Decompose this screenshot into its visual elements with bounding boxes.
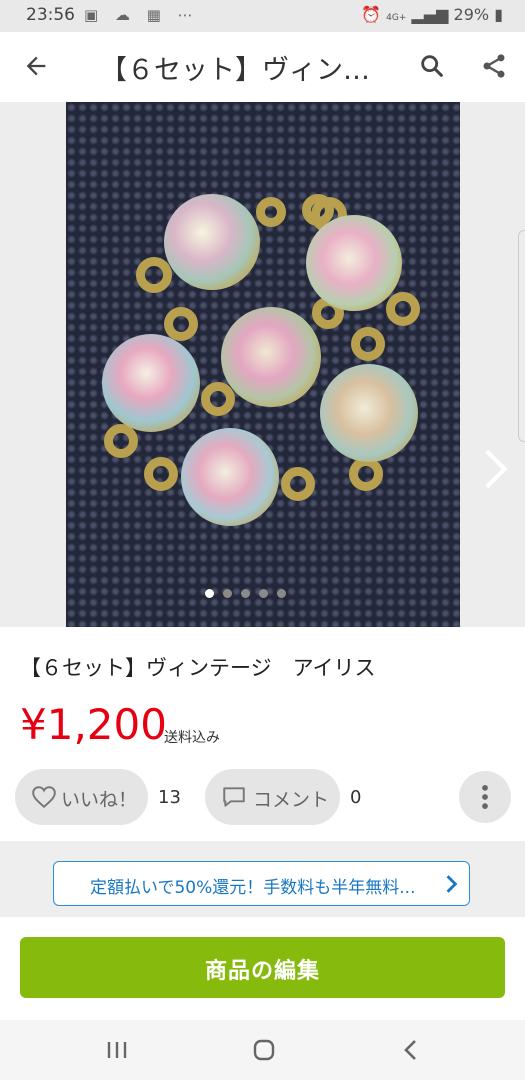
brass-loop [349, 457, 383, 491]
product-price: ¥1,200 [20, 700, 167, 749]
next-image-peek[interactable] [518, 230, 525, 442]
image-gallery[interactable] [0, 102, 525, 627]
brass-loop [136, 257, 172, 293]
like-button[interactable]: いいね！ [15, 769, 148, 825]
alarm-icon: ⏰ [361, 5, 382, 24]
brass-loop [351, 327, 385, 361]
page-dot[interactable] [223, 589, 232, 598]
page-dot[interactable] [241, 589, 250, 598]
product-photo[interactable] [66, 102, 460, 627]
status-bar: 23:56 ▣ ☁ ▦ ⋯ ⏰ 4G+ ▂▄▆ 29% ▮ [0, 0, 525, 32]
comment-count: 0 [350, 787, 362, 808]
status-right: ⏰ 4G+ ▂▄▆ 29% ▮ [361, 5, 503, 24]
page-dot[interactable] [259, 589, 268, 598]
crystal-gem [320, 364, 418, 462]
product-title: 【６セット】ヴィンテージ アイリス [20, 656, 376, 680]
like-label: いいね！ [61, 789, 138, 811]
more-vertical-icon [482, 785, 488, 809]
more-options-button[interactable] [459, 771, 511, 823]
system-nav-bar [0, 1020, 525, 1080]
app-bar: 【６セット】ヴィンテ… [0, 32, 525, 102]
page-dot-active[interactable] [205, 589, 214, 598]
brass-loop [386, 292, 420, 326]
shipping-label: 送料込み [164, 730, 220, 746]
signal-icon: ▂▄▆ [411, 5, 449, 24]
network-label: 4G+ [386, 13, 407, 23]
page-title: 【６セット】ヴィンテ… [100, 55, 390, 86]
like-count: 13 [158, 787, 181, 808]
comment-icon [223, 787, 245, 807]
back-nav-icon[interactable] [402, 1038, 420, 1062]
search-icon[interactable] [418, 52, 446, 80]
comment-label: コメント [253, 789, 330, 811]
brass-loop [144, 457, 178, 491]
brass-loop [281, 467, 315, 501]
brass-loop [104, 424, 138, 458]
battery-level: 29% [453, 5, 490, 24]
promo-text: 定額払いで50%還元！手数料も半年無料... [90, 878, 416, 898]
crystal-gem [102, 334, 200, 432]
edit-item-button[interactable]: 商品の編集 [20, 937, 505, 998]
chevron-right-icon[interactable] [478, 447, 512, 491]
edit-item-label: 商品の編集 [204, 959, 320, 984]
crystal-gem [221, 307, 321, 407]
status-time: 23:56 [26, 5, 75, 25]
battery-icon: ▮ [494, 5, 503, 24]
brass-loop [256, 197, 286, 227]
brass-loop [164, 307, 198, 341]
notification-icons: ▣ ☁ ▦ ⋯ [84, 6, 199, 24]
chevron-right-icon [446, 875, 458, 893]
crystal-gem [164, 194, 260, 290]
comment-button[interactable]: コメント [205, 769, 340, 825]
page-dot[interactable] [277, 589, 286, 598]
promo-banner[interactable]: 定額払いで50%還元！手数料も半年無料... [53, 861, 470, 906]
arrow-left-icon[interactable] [22, 52, 50, 80]
recent-apps-icon[interactable] [106, 1039, 128, 1061]
home-icon[interactable] [252, 1038, 276, 1062]
share-icon[interactable] [480, 52, 508, 80]
crystal-gem [306, 215, 402, 311]
crystal-gem [181, 428, 279, 526]
brass-loop [201, 382, 235, 416]
heart-icon [32, 786, 56, 809]
